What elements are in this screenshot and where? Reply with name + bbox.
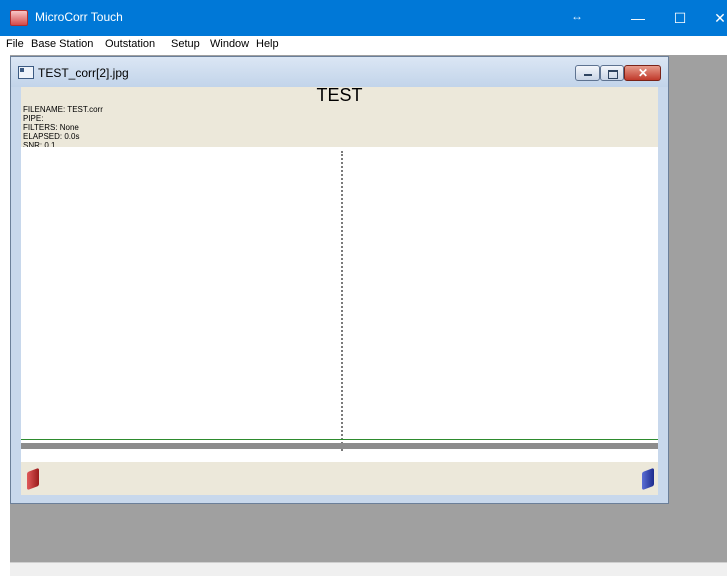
menu-window[interactable]: Window bbox=[210, 38, 249, 50]
app-title: MicroCorr Touch bbox=[35, 10, 123, 24]
menu-setup[interactable]: Setup bbox=[171, 38, 200, 50]
document-title: TEST bbox=[316, 85, 363, 105]
image-window-icon[interactable] bbox=[18, 66, 34, 79]
pipe-bar bbox=[21, 443, 658, 449]
window-left-edge bbox=[0, 55, 10, 575]
info-filters: FILTERS: None bbox=[23, 123, 79, 132]
center-marker-line bbox=[341, 151, 343, 451]
resize-indicator-icon: ↔ bbox=[571, 9, 583, 23]
child-titlebar[interactable]: TEST_corr[2].jpg ✕ bbox=[11, 57, 668, 87]
child-window[interactable]: TEST_corr[2].jpg ✕ TEST FILENAME: TEST.c… bbox=[10, 56, 669, 504]
menu-base-station[interactable]: Base Station bbox=[31, 38, 93, 50]
red-sensor-marker-icon bbox=[27, 467, 39, 491]
close-icon: ✕ bbox=[638, 66, 649, 80]
menu-file[interactable]: File bbox=[6, 38, 24, 50]
image-header: TEST FILENAME: TEST.corr PIPE: FILTERS: … bbox=[21, 85, 658, 150]
info-pipe: PIPE: bbox=[23, 114, 44, 123]
correlation-image: TEST FILENAME: TEST.corr PIPE: FILTERS: … bbox=[21, 85, 658, 495]
app-icon[interactable] bbox=[10, 10, 28, 26]
child-window-title: TEST_corr[2].jpg bbox=[38, 66, 129, 80]
close-button[interactable]: ✕ bbox=[705, 7, 727, 29]
maximize-button[interactable]: ☐ bbox=[665, 7, 695, 29]
correlation-plot bbox=[21, 147, 658, 452]
info-filename: FILENAME: TEST.corr bbox=[23, 105, 103, 114]
child-minimize-button[interactable] bbox=[575, 65, 600, 81]
menu-outstation[interactable]: Outstation bbox=[105, 38, 155, 50]
status-bar bbox=[10, 562, 727, 576]
image-footer bbox=[21, 462, 658, 495]
menu-bar: File Base Station Outstation Setup Windo… bbox=[0, 36, 727, 56]
child-maximize-button[interactable] bbox=[600, 65, 624, 81]
restore-icon bbox=[608, 70, 618, 79]
correlation-baseline bbox=[21, 439, 658, 440]
app-titlebar[interactable]: MicroCorr Touch ↔ — ☐ ✕ bbox=[0, 0, 727, 36]
child-close-button[interactable]: ✕ bbox=[624, 65, 661, 81]
info-elapsed: ELAPSED: 0.0s bbox=[23, 132, 80, 141]
minimize-button[interactable]: — bbox=[623, 7, 653, 29]
blue-sensor-marker-icon bbox=[642, 467, 654, 491]
minimize-icon bbox=[584, 74, 592, 76]
menu-help[interactable]: Help bbox=[256, 38, 279, 50]
